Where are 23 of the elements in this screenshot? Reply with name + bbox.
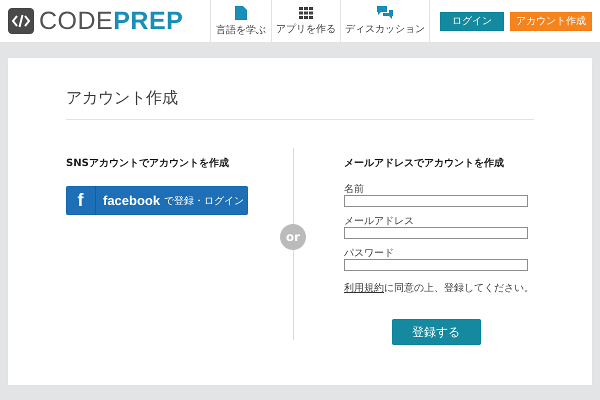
or-badge: or: [280, 224, 306, 250]
page-title: アカウント作成: [66, 87, 179, 109]
input-field[interactable]: [344, 259, 528, 271]
field-label: 名前: [344, 184, 365, 195]
doc-icon: [235, 6, 247, 20]
nav-item[interactable]: 言語を学ぶ: [211, 0, 272, 42]
facebook-button[interactable]: f facebook で登録・ログイン: [66, 186, 248, 215]
chat-icon: [377, 6, 393, 19]
field-label: メールアドレス: [344, 216, 415, 227]
terms-text: 利用規約に同意の上、登録してください。: [344, 282, 534, 295]
logo-icon: [8, 8, 34, 34]
logo-text[interactable]: CODEPREP: [39, 6, 184, 36]
register-button[interactable]: 登録する: [392, 319, 480, 345]
section-heading: SNSアカウントでアカウントを作成: [66, 156, 230, 170]
input-field[interactable]: [344, 195, 528, 207]
nav-item[interactable]: ディスカッション: [341, 0, 430, 42]
field-label: パスワード: [344, 248, 395, 259]
nav-item[interactable]: アプリを作る: [272, 0, 341, 42]
input-field[interactable]: [344, 227, 528, 239]
login-button[interactable]: ログイン: [440, 12, 504, 30]
section-heading: メールアドレスでアカウントを作成: [344, 156, 505, 170]
terms-link[interactable]: 利用規約: [344, 283, 384, 294]
grid-icon: [299, 6, 313, 18]
